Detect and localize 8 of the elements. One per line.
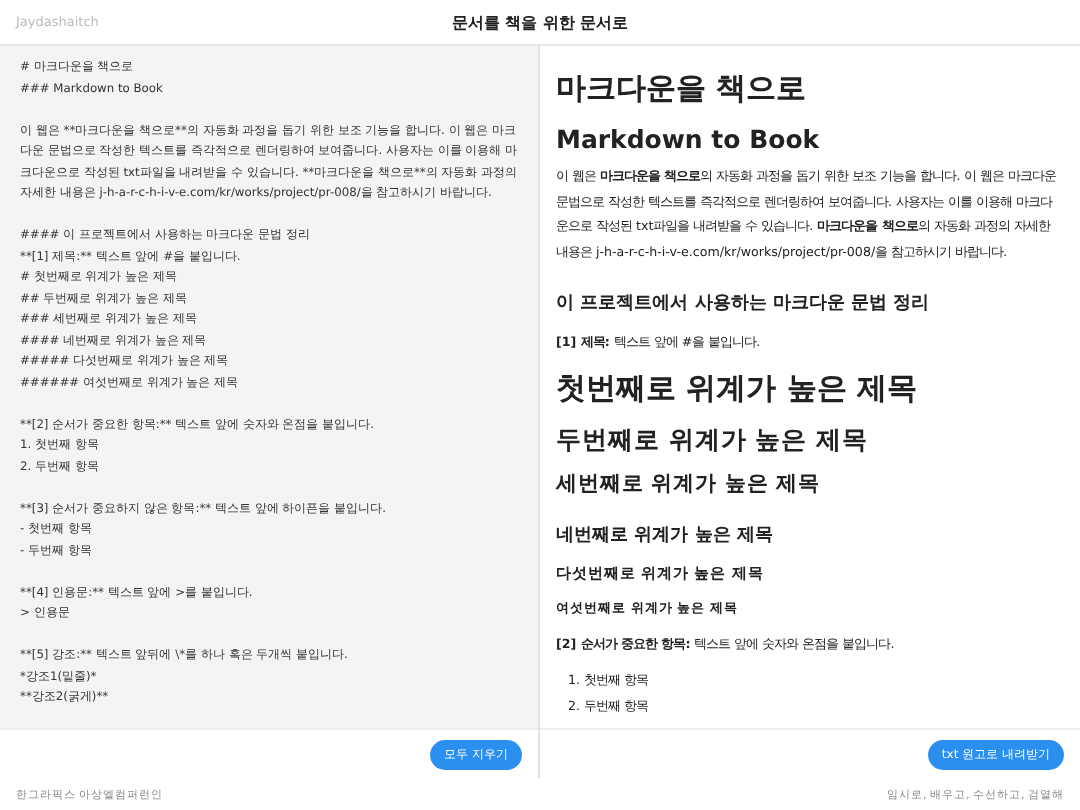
preview-heading: 네번째로 위계가 높은 제목 xyxy=(556,523,775,547)
preview-heading: 이 프로젝트에서 사용하는 마크다운 문법 정리 xyxy=(556,292,932,316)
page-title: 문서를 책을 위한 문서로 xyxy=(451,13,629,31)
preview-heading: 두번째로 위계가 높은 제목 xyxy=(556,423,871,457)
preview-heading: Markdown to Book xyxy=(556,124,822,154)
preview-heading: 첫번째로 위계가 높은 제목 xyxy=(556,369,920,407)
preview-heading: 세번째로 위계가 높은 제목 xyxy=(556,469,822,497)
preview-heading: 마크다운을 책으로 xyxy=(556,70,809,108)
